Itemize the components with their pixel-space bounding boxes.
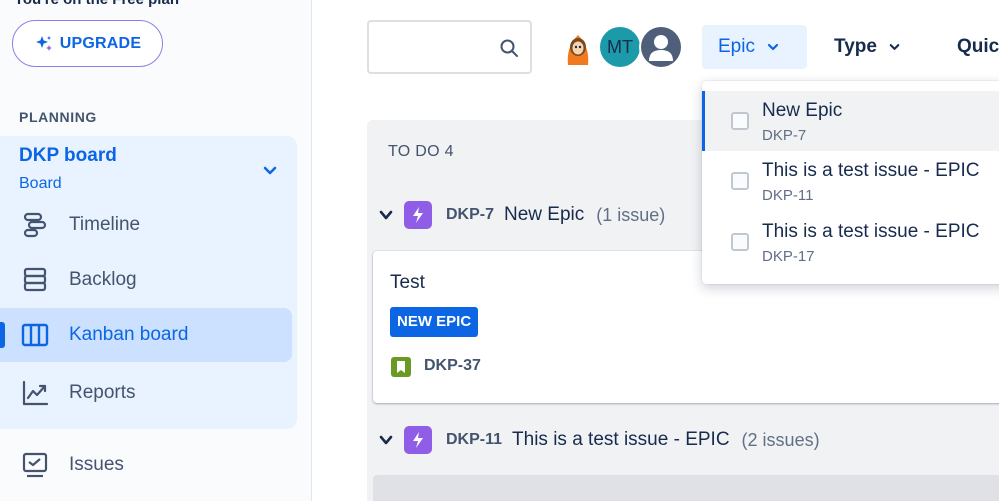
- upgrade-label: UPGRADE: [59, 34, 142, 52]
- epic-lozenge: NEW EPIC: [390, 307, 479, 337]
- plan-note: You're on the Free plan: [14, 0, 179, 8]
- sparkle-icon: [35, 35, 52, 51]
- planning-heading: PLANNING: [19, 109, 97, 125]
- epic-issue-count: (1 issue): [596, 204, 666, 225]
- epic-filter-label: Epic: [718, 36, 755, 57]
- sidebar-item-label: Timeline: [69, 214, 141, 235]
- issue-card[interactable]: [373, 475, 999, 501]
- chevron-down-icon[interactable]: [378, 207, 394, 223]
- epic-filter-dropdown: New Epic DKP-7 This is a test issue - EP…: [702, 81, 999, 284]
- search-field[interactable]: [367, 20, 532, 74]
- user-icon[interactable]: [639, 25, 683, 69]
- epic-group-header[interactable]: DKP-11 This is a test issue - EPIC (2 is…: [378, 423, 820, 457]
- option-name: This is a test issue - EPIC: [762, 160, 980, 181]
- option-name: New Epic: [762, 100, 843, 121]
- avatar-initials[interactable]: MT: [598, 25, 642, 69]
- option-key: DKP-11: [762, 187, 814, 204]
- character-avatar[interactable]: [556, 25, 600, 69]
- issue-key[interactable]: DKP-37: [424, 357, 481, 375]
- type-filter-label: Type: [834, 36, 877, 57]
- option-checkbox[interactable]: [731, 233, 749, 251]
- sidebar-item-kanban-board[interactable]: Kanban board: [0, 308, 292, 362]
- option-checkbox[interactable]: [731, 172, 749, 190]
- epic-key[interactable]: DKP-7: [446, 206, 494, 224]
- issues-icon: [20, 450, 50, 480]
- option-checkbox[interactable]: [731, 112, 749, 130]
- epic-filter-button[interactable]: Epic: [702, 25, 807, 69]
- type-filter-button[interactable]: Type: [818, 25, 918, 69]
- chevron-down-icon[interactable]: [260, 160, 280, 180]
- epic-option[interactable]: New Epic DKP-7: [702, 91, 999, 151]
- timeline-icon: [20, 210, 50, 240]
- option-key: DKP-17: [762, 248, 815, 265]
- epic-option[interactable]: This is a test issue - EPIC DKP-11: [702, 151, 999, 211]
- sidebar: You're on the Free plan UPGRADE PLANNING…: [0, 0, 312, 501]
- quick-filters-label: Quic: [957, 36, 999, 57]
- epic-name: New Epic: [504, 204, 585, 225]
- column-count: 4: [444, 143, 454, 160]
- option-key: DKP-7: [762, 127, 807, 144]
- chevron-down-icon[interactable]: [378, 432, 394, 448]
- epic-name: This is a test issue - EPIC: [512, 429, 730, 450]
- sidebar-item-label: Issues: [69, 454, 124, 475]
- epic-icon: [404, 426, 432, 454]
- upgrade-button[interactable]: UPGRADE: [12, 20, 163, 67]
- epic-icon: [404, 201, 432, 229]
- card-title: Test: [390, 272, 425, 293]
- column-name: TO DO: [388, 143, 440, 160]
- kanban-board-icon: [20, 320, 50, 350]
- search-input[interactable]: [377, 32, 492, 62]
- board-subtitle: Board: [19, 175, 62, 192]
- option-name: This is a test issue - EPIC: [762, 221, 980, 242]
- story-icon: [391, 357, 411, 377]
- sidebar-item-backlog[interactable]: Backlog: [0, 253, 292, 307]
- sidebar-item-label: Reports: [69, 382, 136, 403]
- epic-option[interactable]: This is a test issue - EPIC DKP-17: [702, 212, 999, 272]
- sidebar-item-label: Backlog: [69, 269, 137, 290]
- epic-issue-count: (2 issues): [741, 429, 820, 450]
- backlog-icon: [20, 265, 50, 295]
- chevron-down-icon: [889, 44, 900, 50]
- active-indicator: [0, 322, 5, 348]
- column-header: TO DO 4: [388, 143, 454, 161]
- board-switcher[interactable]: DKP board Board Timeline Backlog Kanban …: [0, 136, 297, 429]
- sidebar-item-reports[interactable]: Reports: [0, 366, 292, 420]
- sidebar-item-label: Kanban board: [69, 324, 189, 345]
- quick-filters-button[interactable]: Quic: [941, 25, 999, 69]
- epic-key[interactable]: DKP-11: [446, 431, 502, 449]
- reports-icon: [20, 378, 50, 408]
- sidebar-item-issues[interactable]: Issues: [0, 438, 292, 492]
- chevron-down-icon: [767, 43, 779, 51]
- search-icon: [500, 39, 518, 57]
- epic-group-header[interactable]: DKP-7 New Epic (1 issue): [378, 198, 665, 232]
- sidebar-item-timeline[interactable]: Timeline: [0, 198, 292, 252]
- board-title: DKP board: [19, 145, 117, 166]
